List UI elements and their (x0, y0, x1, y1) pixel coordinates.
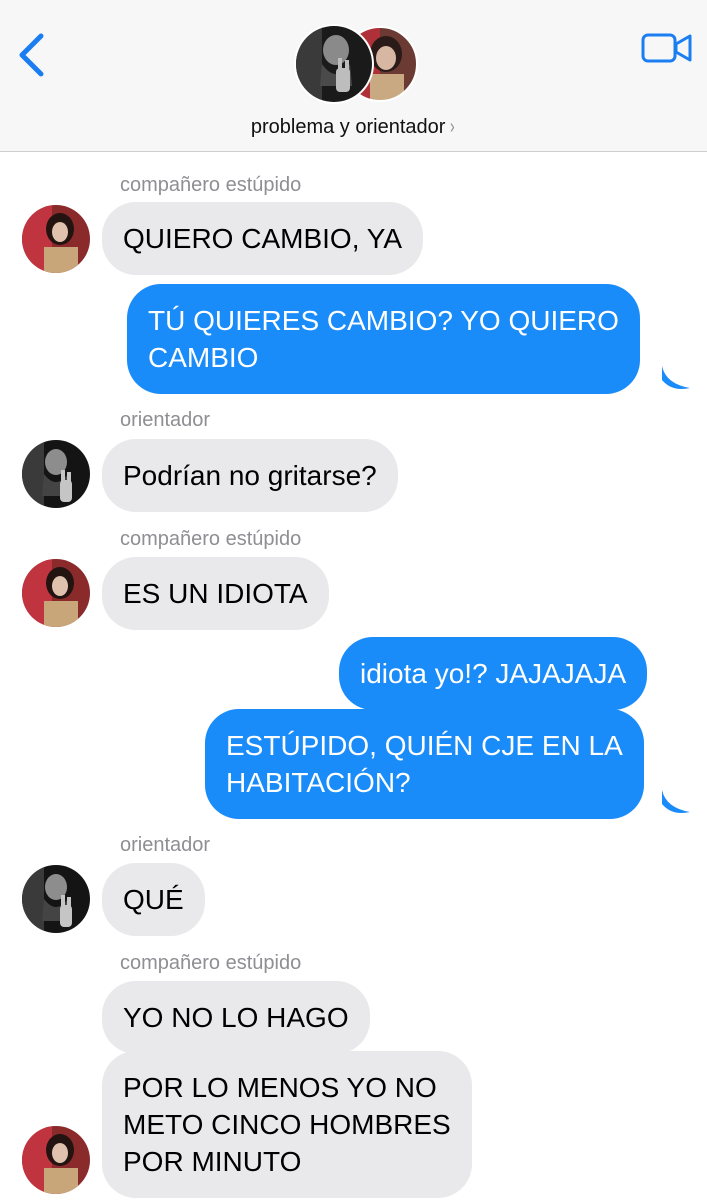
message-bubble-incoming[interactable]: ES UN IDIOTA (102, 557, 329, 630)
avatar-companero[interactable] (22, 559, 90, 627)
message-bubble-outgoing[interactable]: ESTÚPIDO, QUIÉN CJE EN LA HABITACIÓN? (205, 709, 644, 819)
group-avatar[interactable] (292, 24, 418, 108)
message-bubble-incoming[interactable]: POR LO MENOS YO NO METO CINCO HOMBRES PO… (102, 1051, 472, 1198)
sender-label: compañero estúpido (120, 952, 302, 974)
chevron-left-icon (19, 33, 44, 77)
message-text-line: POR LO MENOS YO NO (123, 1072, 437, 1103)
message-bubble-incoming[interactable]: Podrían no gritarse? (102, 439, 398, 512)
bubble-tail (662, 790, 690, 813)
message-text: QUIERO CAMBIO, YA (123, 223, 403, 254)
message-text-line: CAMBIO (148, 342, 259, 373)
avatar-companero[interactable] (22, 205, 90, 273)
message-text-line: ESTÚPIDO, QUIÉN CJE EN LA (226, 730, 623, 761)
message-text: QUÉ (123, 884, 184, 915)
chevron-right-icon: › (450, 116, 456, 138)
message-text: YO NO LO HAGO (123, 1002, 349, 1033)
message-text: Podrían no gritarse? (123, 460, 377, 491)
message-bubble-incoming[interactable]: QUIERO CAMBIO, YA (102, 202, 424, 275)
conversation-title-text: problema y orientador (250, 116, 446, 138)
message-bubble-outgoing[interactable]: TÚ QUIERES CAMBIO? YO QUIERO CAMBIO (127, 284, 640, 394)
message-text-line: HABITACIÓN? (226, 767, 411, 798)
conversation-title[interactable]: problema y orientador › (0, 116, 707, 139)
avatar-orientador[interactable] (22, 440, 90, 508)
message-text-line: POR MINUTO (123, 1146, 302, 1177)
sender-label: orientador (120, 834, 211, 856)
avatar-orientador[interactable] (22, 865, 90, 933)
video-camera-icon (641, 33, 692, 63)
avatar-companero[interactable] (22, 1126, 90, 1194)
message-bubble-incoming[interactable]: YO NO LO HAGO (102, 981, 370, 1054)
message-text-line: TÚ QUIERES CAMBIO? YO QUIERO (148, 305, 619, 336)
conversation-header: problema y orientador › (0, 0, 707, 152)
back-button[interactable] (14, 32, 48, 78)
message-bubble-incoming[interactable]: QUÉ (102, 863, 205, 936)
message-text-line: METO CINCO HOMBRES (123, 1109, 451, 1140)
message-text: idiota yo!? JAJAJAJA (360, 658, 627, 689)
video-call-button[interactable] (640, 30, 694, 66)
sender-label: orientador (120, 409, 211, 431)
sender-label: compañero estúpido (120, 174, 302, 196)
bubble-tail (662, 366, 690, 389)
message-text: ES UN IDIOTA (123, 578, 308, 609)
sender-label: compañero estúpido (120, 528, 302, 550)
message-bubble-outgoing[interactable]: idiota yo!? JAJAJAJA (339, 637, 648, 710)
